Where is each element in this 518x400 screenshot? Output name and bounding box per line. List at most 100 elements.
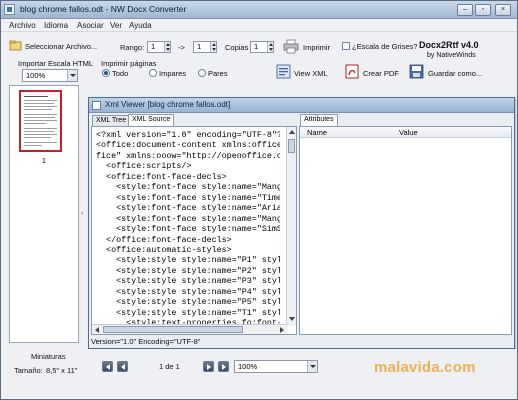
minimize-button[interactable]: –	[457, 4, 473, 16]
copies-value: 1	[254, 42, 259, 51]
last-page-icon[interactable]	[218, 361, 229, 372]
range-to-spinner[interactable]: 1	[193, 41, 217, 53]
xml-source-line: <style:font-face style:name="SimS	[96, 224, 280, 235]
tab-xml-source[interactable]: XML Source	[128, 114, 175, 126]
scroll-right-icon[interactable]	[280, 327, 284, 333]
radio-odd[interactable]	[149, 69, 157, 77]
next-page-icon[interactable]	[203, 361, 214, 372]
xml-source-line: <style:font-face style:name="Time	[96, 192, 280, 203]
zoom-select[interactable]: 100%	[234, 360, 318, 373]
menu-asociar[interactable]: Asociar	[77, 21, 104, 30]
xml-viewer-window: Xml Viewer [blog chrome fallos.odt] XML …	[88, 97, 515, 349]
radio-even[interactable]	[198, 69, 206, 77]
xml-source-line: <style:style style:name="T1" styl	[96, 307, 280, 318]
attr-column-name[interactable]: Name	[307, 128, 327, 137]
xml-viewer-title-bar[interactable]: Xml Viewer [blog chrome fallos.odt]	[89, 98, 514, 113]
main-window: blog chrome fallos.odt - NW Docx Convert…	[0, 0, 518, 400]
horizontal-scrollbar[interactable]	[92, 324, 288, 334]
pdf-icon	[345, 64, 359, 79]
view-xml-button[interactable]: View XML	[276, 63, 328, 83]
xml-source-line: <style:font-face style:name="Mang	[96, 182, 280, 193]
chevron-down-icon	[307, 361, 317, 372]
xml-source-line: <style:font-face style:name="Aria	[96, 203, 280, 214]
copies-label: Copias	[225, 43, 249, 52]
xml-source-line: <?xml version="1.0" encoding="UTF-8"?	[96, 130, 280, 140]
xml-source-line: <office:font-face-decls>	[96, 171, 227, 182]
attributes-header: Name Value	[300, 127, 511, 138]
panel-splitter[interactable]: ‹	[81, 85, 88, 343]
save-as-button[interactable]: Guardar como...	[409, 63, 482, 83]
save-icon	[409, 64, 424, 79]
select-file-label: Seleccionar Archivo...	[25, 42, 98, 51]
print-pages-label: Imprimir páginas	[101, 59, 157, 68]
page-indicator: 1 de 1	[159, 362, 180, 371]
range-from-spinner[interactable]: 1	[147, 41, 171, 53]
xml-source-line: <office:document-content xmlns:office	[96, 140, 280, 151]
create-pdf-button[interactable]: Crear PDF	[345, 63, 399, 83]
spinner-arrows-icon[interactable]	[267, 42, 273, 52]
app-icon	[4, 4, 15, 15]
size-value: 8,5" x 11"	[46, 366, 78, 375]
attributes-pane[interactable]: Name Value	[299, 126, 512, 335]
print-button[interactable]: Imprimir	[283, 38, 331, 56]
menu-ver[interactable]: Ver	[110, 21, 122, 30]
thumbnail-page-number: 1	[42, 158, 46, 165]
vertical-scrollbar[interactable]	[286, 127, 296, 326]
window-title: blog chrome fallos.odt - NW Docx Convert…	[20, 4, 187, 14]
xml-source-line: <style:style style:name="P2" styl	[96, 265, 280, 276]
xml-source-line: fice" xmlns:ooow="http://openoffice.o	[96, 150, 280, 161]
close-button[interactable]: ×	[495, 4, 511, 16]
radio-all-label: Todo	[112, 69, 129, 78]
title-bar[interactable]: blog chrome fallos.odt - NW Docx Convert…	[1, 1, 517, 19]
select-file-button[interactable]: Seleccionar Archivo...	[9, 39, 98, 53]
tab-attributes[interactable]: Attributes	[300, 114, 338, 126]
first-page-icon[interactable]	[102, 361, 113, 372]
scroll-down-icon[interactable]	[289, 317, 295, 321]
scroll-up-icon[interactable]	[289, 130, 295, 134]
xml-window-icon	[92, 101, 101, 110]
menu-ayuda[interactable]: Ayuda	[129, 21, 152, 30]
scroll-left-icon[interactable]	[95, 327, 99, 333]
tab-xml-tree[interactable]: XML Tree	[92, 115, 131, 126]
xml-source-text: <?xml version="1.0" encoding="UTF-8"? <of…	[96, 130, 280, 334]
range-arrow: ->	[178, 43, 185, 52]
view-xml-label: View XML	[294, 69, 328, 78]
grayscale-checkbox[interactable]	[342, 42, 350, 50]
splitter-grip-icon: ‹	[81, 210, 84, 217]
maximize-button[interactable]: ▫	[475, 4, 491, 16]
spinner-arrows-icon[interactable]	[210, 42, 216, 52]
thumbnails-panel: 1	[9, 85, 79, 343]
print-label: Imprimir	[303, 43, 331, 52]
page-thumbnail[interactable]	[19, 90, 62, 152]
range-to-value: 1	[197, 42, 202, 51]
xml-source-line: </office:font-face-decls>	[96, 234, 232, 245]
grayscale-label: ¿Escala de Grises?	[352, 42, 418, 51]
xml-status: Version="1.0" Encoding="UTF-8"	[91, 337, 201, 346]
scroll-thumb[interactable]	[103, 326, 243, 333]
xml-source-line: <style:style style:name="P5" styl	[96, 297, 280, 308]
spinner-arrows-icon[interactable]	[164, 42, 170, 52]
scroll-thumb[interactable]	[288, 139, 295, 153]
import-scale-label: Importar Escala HTML	[18, 59, 94, 68]
menu-bar: Archivo Idioma Asociar Ver Ayuda	[1, 19, 517, 32]
radio-odd-label: Impares	[159, 69, 187, 78]
menu-idioma[interactable]: Idioma	[44, 21, 68, 30]
size-label: Tamaño:	[14, 366, 43, 375]
attr-column-value[interactable]: Value	[399, 128, 418, 137]
menu-archivo[interactable]: Archivo	[9, 21, 36, 30]
xml-source-line: <style:style style:name="P1" styl	[96, 255, 280, 266]
prev-page-icon[interactable]	[117, 361, 128, 372]
copies-spinner[interactable]: 1	[250, 41, 274, 53]
xml-view-icon	[276, 64, 291, 79]
import-scale-select[interactable]: 100%	[22, 69, 78, 82]
watermark-logo: malavida.com	[374, 359, 476, 376]
thumbnails-label: Miniaturas	[31, 352, 66, 361]
radio-all[interactable]	[102, 69, 110, 77]
chevron-down-icon	[67, 70, 77, 81]
brand-name: Docx2Rtf v4.0	[419, 40, 479, 50]
printer-icon	[283, 39, 299, 54]
xml-viewer-title: Xml Viewer [blog chrome fallos.odt]	[105, 100, 231, 109]
xml-source-line: <style:style style:name="P4" styl	[96, 286, 280, 297]
file-open-icon	[9, 40, 22, 51]
xml-source-pane[interactable]: <?xml version="1.0" encoding="UTF-8"? <of…	[91, 126, 297, 335]
